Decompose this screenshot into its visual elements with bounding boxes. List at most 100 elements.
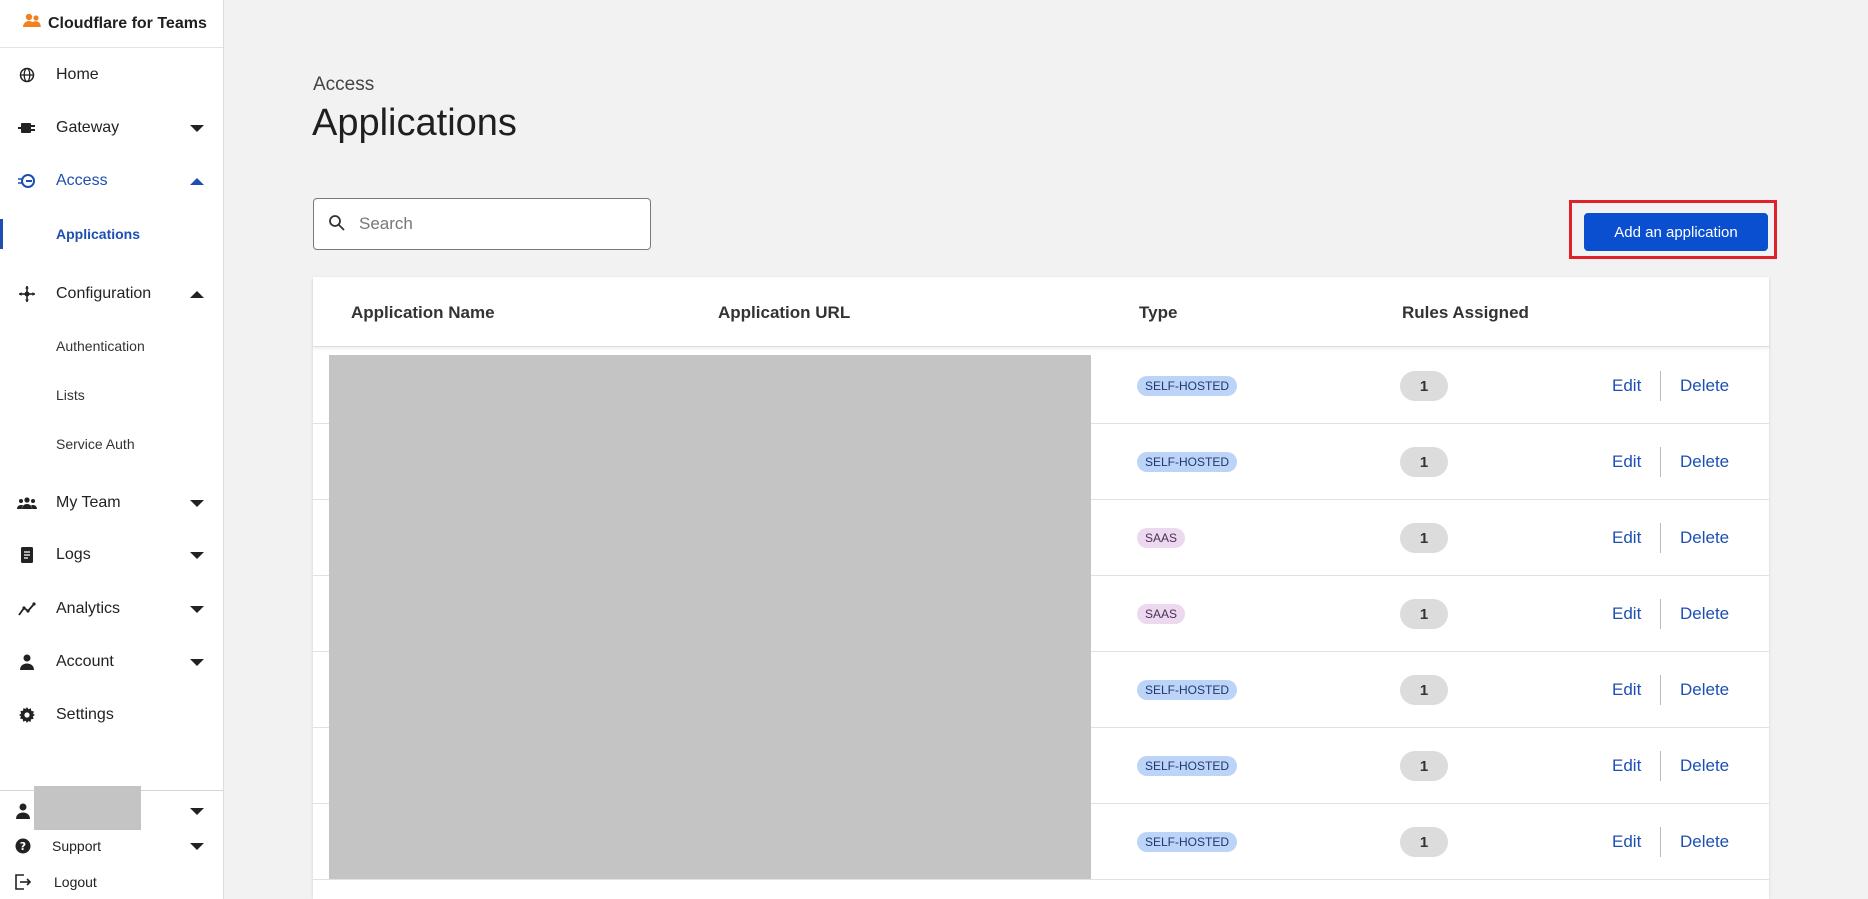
rules-count-badge: 1 [1400, 447, 1448, 477]
column-header-type[interactable]: Type [1139, 303, 1177, 323]
edit-link[interactable]: Edit [1612, 832, 1641, 852]
chevron-down-icon [190, 551, 204, 559]
sidebar-item-label: Lists [56, 387, 85, 403]
sidebar-item-my-team[interactable]: My Team [0, 483, 223, 523]
help-icon: ? [13, 836, 33, 856]
edit-link[interactable]: Edit [1612, 528, 1641, 548]
delete-link[interactable]: Delete [1680, 528, 1729, 548]
gateway-icon [17, 118, 37, 138]
rules-count-badge: 1 [1400, 371, 1448, 401]
type-badge: SELF-HOSTED [1137, 376, 1238, 396]
rules-count-badge: 1 [1400, 827, 1448, 857]
chevron-down-icon [190, 605, 204, 613]
chevron-down-icon [190, 124, 204, 132]
breadcrumb[interactable]: Access [313, 74, 374, 96]
delete-link[interactable]: Delete [1680, 604, 1729, 624]
sidebar-item-label: Service Auth [56, 436, 135, 452]
column-header-rules[interactable]: Rules Assigned [1402, 303, 1529, 323]
delete-link[interactable]: Delete [1680, 756, 1729, 776]
delete-link[interactable]: Delete [1680, 832, 1729, 852]
svg-text:?: ? [20, 840, 26, 853]
sidebar-item-label: Applications [56, 226, 141, 242]
access-icon [17, 171, 37, 191]
team-logo-icon [22, 13, 42, 34]
sidebar-item-logs[interactable]: Logs [0, 535, 223, 575]
divider [1660, 827, 1661, 857]
gear-icon [17, 705, 37, 725]
type-badge: SELF-HOSTED [1137, 756, 1238, 776]
sidebar-item-analytics[interactable]: Analytics [0, 589, 223, 629]
chevron-down-icon [190, 842, 204, 850]
delete-link[interactable]: Delete [1680, 680, 1729, 700]
sidebar-item-support[interactable]: ? Support [0, 828, 223, 864]
sidebar-item-logout[interactable]: Logout [0, 864, 223, 899]
logout-icon [13, 872, 33, 892]
logs-icon [17, 545, 37, 565]
sidebar-item-label: Authentication [56, 338, 145, 354]
edit-link[interactable]: Edit [1612, 756, 1641, 776]
divider [1660, 371, 1661, 401]
rules-count-badge: 1 [1400, 599, 1448, 629]
type-badge: SELF-HOSTED [1137, 680, 1238, 700]
chevron-up-icon [190, 290, 204, 298]
type-badge: SAAS [1137, 604, 1186, 624]
sidebar-item-label: Analytics [56, 600, 121, 617]
search-input[interactable] [359, 211, 639, 237]
edit-link[interactable]: Edit [1612, 604, 1641, 624]
divider [1660, 523, 1661, 553]
divider [1660, 675, 1661, 705]
team-icon [17, 493, 37, 513]
redacted-username [34, 786, 141, 830]
column-header-url[interactable]: Application URL [718, 303, 850, 323]
rules-count-badge: 1 [1400, 675, 1448, 705]
sidebar-item-settings[interactable]: Settings [0, 695, 223, 735]
user-icon [17, 652, 37, 672]
sidebar-item-label: Configuration [56, 285, 152, 302]
sidebar-item-authentication[interactable]: Authentication [0, 331, 223, 361]
rules-count-badge: 1 [1400, 751, 1448, 781]
chevron-up-icon [190, 177, 204, 185]
sidebar-item-label: Logs [56, 546, 91, 563]
delete-link[interactable]: Delete [1680, 376, 1729, 396]
sidebar-item-label: Access [56, 172, 108, 189]
chevron-down-icon [190, 807, 204, 815]
sidebar-item-label: Home [56, 66, 99, 83]
active-indicator [0, 219, 3, 249]
sidebar-item-service-auth[interactable]: Service Auth [0, 429, 223, 459]
type-badge: SELF-HOSTED [1137, 832, 1238, 852]
edit-link[interactable]: Edit [1612, 452, 1641, 472]
divider [1660, 599, 1661, 629]
table-header: Application Name Application URL Type Ru… [313, 277, 1769, 347]
brand-title: Cloudflare for Teams [48, 14, 207, 32]
user-icon [13, 801, 33, 821]
search-box[interactable] [313, 198, 651, 250]
sidebar-item-label: Gateway [56, 119, 120, 136]
logout-label: Logout [54, 874, 97, 890]
divider [1660, 751, 1661, 781]
sidebar-item-gateway[interactable]: Gateway [0, 108, 223, 148]
brand-header[interactable]: Cloudflare for Teams [0, 0, 223, 48]
sidebar: Cloudflare for Teams Home Gateway Access… [0, 0, 224, 899]
sidebar-item-applications[interactable]: Applications [0, 219, 223, 249]
page-title: Applications [312, 102, 517, 144]
add-application-button[interactable]: Add an application [1584, 213, 1768, 251]
redacted-application-details [329, 355, 1091, 879]
type-badge: SAAS [1137, 528, 1186, 548]
sidebar-item-access[interactable]: Access [0, 161, 223, 201]
edit-link[interactable]: Edit [1612, 680, 1641, 700]
sidebar-item-account[interactable]: Account [0, 642, 223, 682]
sidebar-item-configuration[interactable]: Configuration [0, 274, 223, 314]
edit-link[interactable]: Edit [1612, 376, 1641, 396]
sidebar-item-label: Account [56, 653, 114, 670]
support-label: Support [52, 838, 102, 854]
delete-link[interactable]: Delete [1680, 452, 1729, 472]
search-icon [328, 214, 346, 237]
column-header-name[interactable]: Application Name [351, 303, 495, 323]
sidebar-item-lists[interactable]: Lists [0, 380, 223, 410]
sidebar-item-label: Settings [56, 706, 114, 723]
rules-count-badge: 1 [1400, 523, 1448, 553]
type-badge: SELF-HOSTED [1137, 452, 1238, 472]
configuration-icon [17, 284, 37, 304]
sidebar-item-home[interactable]: Home [0, 55, 223, 95]
applications-table: Application Name Application URL Type Ru… [313, 277, 1769, 899]
